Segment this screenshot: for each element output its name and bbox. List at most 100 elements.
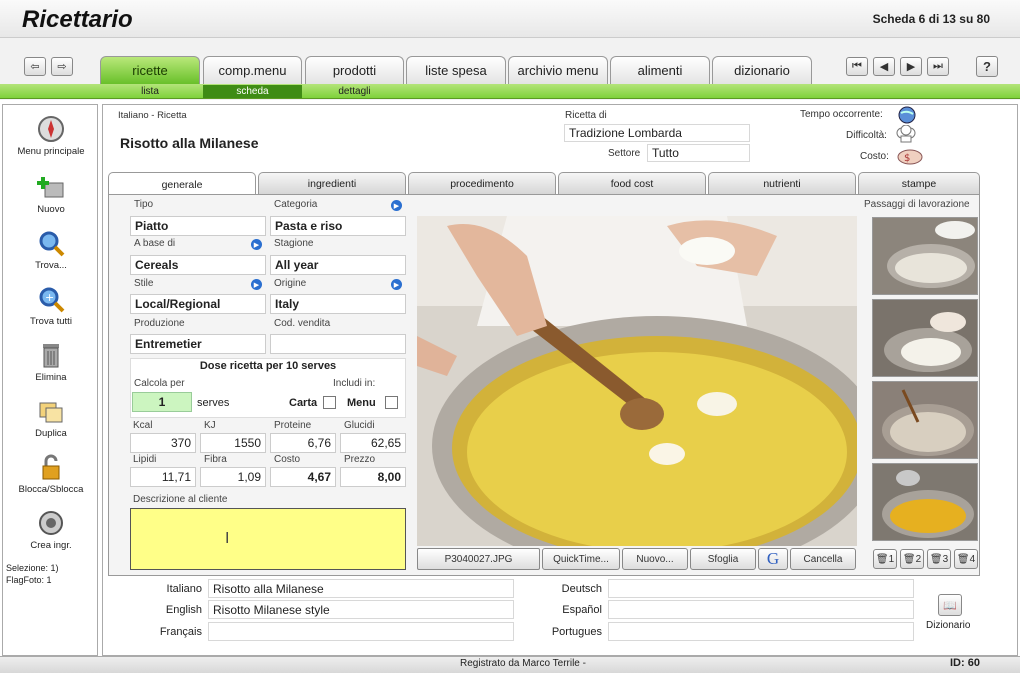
base-field[interactable]: Cereals <box>130 255 266 275</box>
sidebar-item-nuovo[interactable]: Nuovo <box>3 173 99 215</box>
arrow-right-icon: ⇨ <box>57 61 67 73</box>
delete-step-2-button[interactable]: 🗑 2 <box>900 549 924 569</box>
sidebar-item-blocca-sblocca[interactable]: Blocca/Sblocca <box>3 453 99 495</box>
difficolta-label: Difficoltà: <box>846 130 887 141</box>
step-thumbnail-2[interactable] <box>872 299 978 377</box>
subtab-dettagli[interactable]: dettagli <box>305 85 404 98</box>
sidebar-item-crea-ingr[interactable]: Crea ingr. <box>3 509 99 551</box>
delete-step-3-button[interactable]: 🗑 3 <box>927 549 951 569</box>
lipidi-field[interactable]: 11,71 <box>130 467 196 487</box>
subtab-scheda[interactable]: scheda <box>203 85 302 98</box>
sidebar-item-label: Elimina <box>35 372 67 383</box>
sidebar-item-label: Crea ingr. <box>30 540 72 551</box>
money-icon[interactable]: $ <box>896 145 924 168</box>
tab-comp-menu[interactable]: comp.menu <box>203 56 302 84</box>
trash-icon <box>37 341 65 369</box>
tab-dizionario[interactable]: dizionario <box>712 56 812 84</box>
proteine-field[interactable]: 6,76 <box>270 433 336 453</box>
tipo-label: Tipo <box>134 199 154 210</box>
tipo-field[interactable]: Piatto <box>130 216 266 236</box>
step-number: 2 <box>915 553 922 565</box>
stile-field[interactable]: Local/Regional <box>130 294 266 314</box>
sidebar-item-menu-principale[interactable]: Menu principale <box>3 115 99 157</box>
quicktime-button[interactable]: QuickTime... <box>542 548 620 570</box>
base-picker-icon[interactable]: ▶ <box>251 239 262 250</box>
sfoglia-button[interactable]: Sfoglia <box>690 548 756 570</box>
delete-step-4-button[interactable]: 🗑 4 <box>954 549 978 569</box>
nuovo-photo-button[interactable]: Nuovo... <box>622 548 688 570</box>
tab-procedimento[interactable]: procedimento <box>408 172 556 194</box>
dizionario-button[interactable]: 📖 <box>938 594 962 616</box>
first-record-button[interactable]: ⏮ <box>846 57 868 76</box>
tab-ingredienti[interactable]: ingredienti <box>258 172 406 194</box>
sidebar-item-duplica[interactable]: Duplica <box>3 397 99 439</box>
lock-icon <box>37 453 65 481</box>
google-search-button[interactable]: G <box>758 548 788 570</box>
costo-field[interactable]: 4,67 <box>270 467 336 487</box>
step-thumbnail-1[interactable] <box>872 217 978 295</box>
stagione-field[interactable]: All year <box>270 255 406 275</box>
dose-title: Dose ricetta per 10 serves <box>199 360 337 372</box>
costo-label: Costo <box>274 454 301 465</box>
tab-food-cost[interactable]: food cost <box>558 172 706 194</box>
ricetta-di-field[interactable]: Tradizione Lombarda <box>564 124 750 142</box>
sidebar-item-trova-tutti[interactable]: + Trova tutti <box>3 285 99 327</box>
step-thumbnail-3[interactable] <box>872 381 978 459</box>
prev-record-button[interactable]: ◀ <box>873 57 895 76</box>
italiano-field[interactable]: Risotto alla Milanese <box>208 579 514 598</box>
settore-field[interactable]: Tutto <box>647 144 750 162</box>
fibra-label: Fibra <box>204 454 227 465</box>
sidebar-item-trova[interactable]: Trova... <box>3 229 99 271</box>
origine-picker-icon[interactable]: ▶ <box>391 279 402 290</box>
sidebar-item-elimina[interactable]: Elimina <box>3 341 99 383</box>
help-button[interactable]: ? <box>976 56 998 77</box>
english-field[interactable]: Risotto Milanese style <box>208 600 514 619</box>
tab-nutrienti[interactable]: nutrienti <box>708 172 856 194</box>
tab-stampe[interactable]: stampe <box>858 172 980 194</box>
arrow-left-icon: ⇦ <box>30 61 40 73</box>
tab-alimenti[interactable]: alimenti <box>610 56 710 84</box>
book-icon: 📖 <box>943 599 957 612</box>
next-record-button[interactable]: ▶ <box>900 57 922 76</box>
english-label: English <box>165 604 202 616</box>
delete-step-1-button[interactable]: 🗑 1 <box>873 549 897 569</box>
tab-liste-spesa[interactable]: liste spesa <box>406 56 506 84</box>
categoria-field[interactable]: Pasta e riso <box>270 216 406 236</box>
globe-icon[interactable] <box>898 106 916 127</box>
cod-vendita-field[interactable] <box>270 334 406 354</box>
deutsch-field[interactable] <box>608 579 914 598</box>
includi-label: Includi in: <box>333 378 376 389</box>
tab-generale[interactable]: generale <box>108 172 256 196</box>
cancella-button[interactable]: Cancella <box>790 548 856 570</box>
back-button[interactable]: ⇦ <box>24 57 46 76</box>
carta-checkbox[interactable] <box>323 396 336 409</box>
trash-icon: 🗑 <box>956 553 970 565</box>
record-id: ID: 60 <box>950 657 980 669</box>
recipe-photo[interactable] <box>417 216 857 546</box>
glucidi-field[interactable]: 62,65 <box>340 433 406 453</box>
fibra-field[interactable]: 1,09 <box>200 467 266 487</box>
kj-field[interactable]: 1550 <box>200 433 266 453</box>
subtab-lista[interactable]: lista <box>100 85 200 98</box>
tab-prodotti[interactable]: prodotti <box>305 56 404 84</box>
descrizione-textarea[interactable] <box>130 508 406 570</box>
sidebar-item-label: Trova tutti <box>30 316 72 327</box>
tab-archivio-menu[interactable]: archivio menu <box>508 56 608 84</box>
forward-button[interactable]: ⇨ <box>51 57 73 76</box>
menu-checkbox[interactable] <box>385 396 398 409</box>
calcola-input[interactable]: 1 <box>132 392 192 412</box>
step-thumbnail-4[interactable] <box>872 463 978 541</box>
categoria-picker-icon[interactable]: ▶ <box>391 200 402 211</box>
origine-field[interactable]: Italy <box>270 294 406 314</box>
recipe-name-field[interactable]: Risotto alla Milanese <box>116 124 556 162</box>
produzione-field[interactable]: Entremetier <box>130 334 266 354</box>
kcal-field[interactable]: 370 <box>130 433 196 453</box>
last-record-button[interactable]: ⏭ <box>927 57 949 76</box>
espanol-field[interactable] <box>608 600 914 619</box>
prezzo-field[interactable]: 8,00 <box>340 467 406 487</box>
stile-picker-icon[interactable]: ▶ <box>251 279 262 290</box>
portugues-field[interactable] <box>608 622 914 641</box>
francais-field[interactable] <box>208 622 514 641</box>
tab-ricette[interactable]: ricette <box>100 56 200 84</box>
portugues-label: Portugues <box>551 626 602 638</box>
